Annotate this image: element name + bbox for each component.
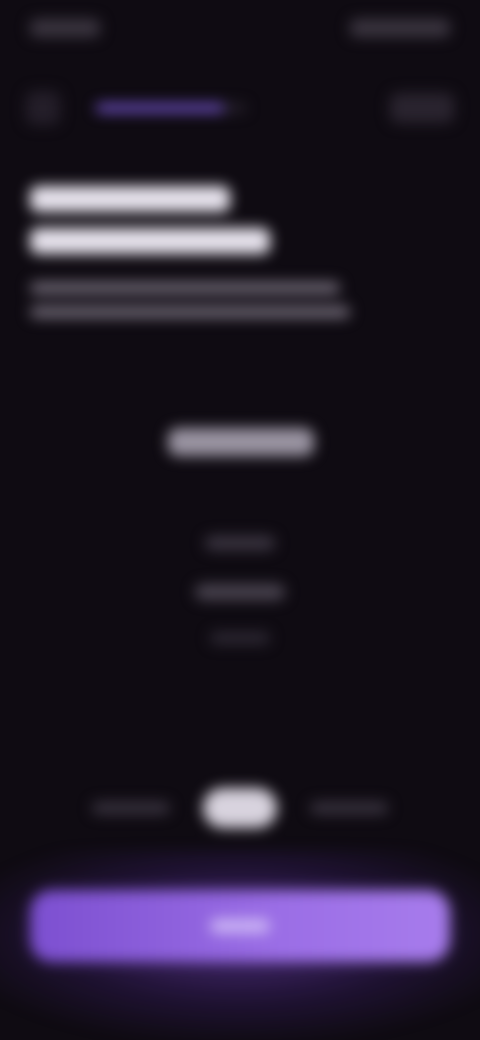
progress-bar (96, 104, 246, 112)
continue-button-label (210, 919, 270, 933)
segment-option[interactable] (92, 802, 170, 814)
segment-option[interactable] (310, 802, 388, 814)
continue-button[interactable] (30, 890, 450, 962)
subtitle-line-2 (30, 306, 350, 318)
picker-option[interactable] (205, 536, 275, 550)
back-button[interactable] (26, 91, 60, 125)
segment-option-active[interactable] (203, 788, 277, 828)
segmented-control (92, 788, 388, 828)
picker-selected-value[interactable] (168, 428, 314, 456)
top-nav (26, 88, 454, 128)
page-title (30, 186, 330, 270)
onboarding-screen (0, 0, 480, 1040)
skip-button[interactable] (390, 93, 454, 123)
picker-option[interactable] (195, 584, 285, 600)
picker-option[interactable] (210, 632, 270, 644)
page-subtitle (30, 282, 350, 330)
subtitle-line-1 (30, 282, 340, 294)
title-line-2 (30, 228, 270, 254)
title-line-1 (30, 186, 230, 212)
progress-fill (96, 104, 224, 112)
status-time (30, 19, 100, 37)
status-indicators (350, 19, 450, 37)
status-bar (30, 14, 450, 42)
